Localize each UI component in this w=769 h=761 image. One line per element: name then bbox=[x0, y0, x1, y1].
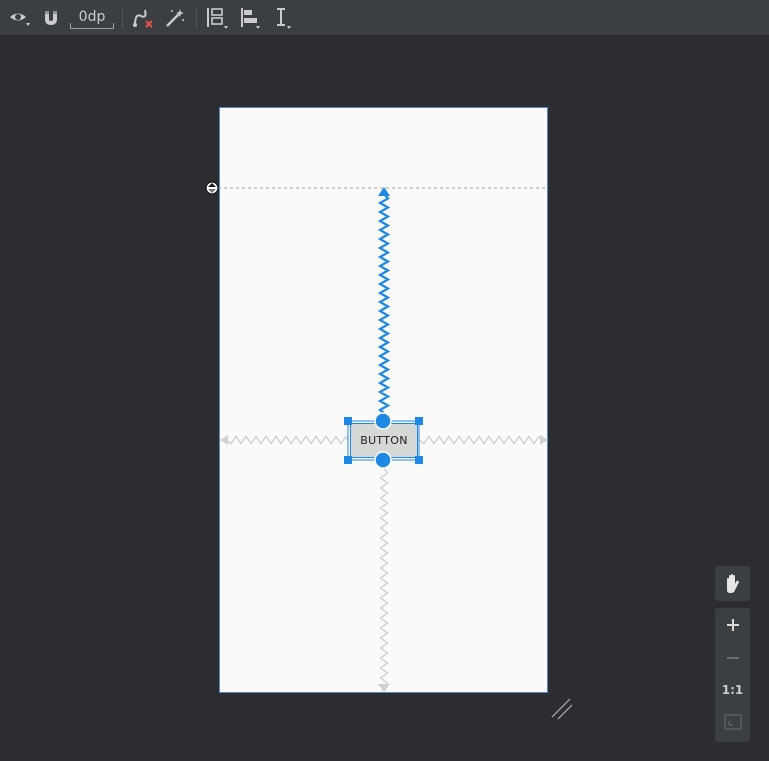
zoom-out-button[interactable] bbox=[715, 642, 750, 674]
zoom-in-button[interactable] bbox=[715, 608, 750, 642]
zoom-to-fit-icon bbox=[723, 714, 742, 730]
pan-hand-icon bbox=[726, 573, 739, 593]
zoom-panel: 1:1 bbox=[715, 608, 750, 742]
pan-panel bbox=[715, 566, 750, 601]
zoom-to-fit-button[interactable] bbox=[715, 706, 750, 738]
actual-size-button[interactable]: 1:1 bbox=[715, 674, 750, 706]
actual-size-label: 1:1 bbox=[721, 683, 744, 697]
resize-handle-top-left[interactable] bbox=[344, 417, 352, 425]
resize-handle-bottom-left[interactable] bbox=[344, 456, 352, 464]
bottom-anchor-handle[interactable] bbox=[374, 451, 392, 469]
top-anchor-handle[interactable] bbox=[374, 412, 392, 430]
zoom-out-icon bbox=[726, 657, 739, 659]
resize-handle-top-right[interactable] bbox=[415, 417, 423, 425]
resize-handle-bottom-right[interactable] bbox=[415, 456, 423, 464]
zoom-in-icon bbox=[726, 619, 739, 631]
selection-handles bbox=[344, 412, 423, 469]
pan-button[interactable] bbox=[715, 566, 750, 601]
canvas-resize-icon[interactable] bbox=[550, 697, 576, 723]
